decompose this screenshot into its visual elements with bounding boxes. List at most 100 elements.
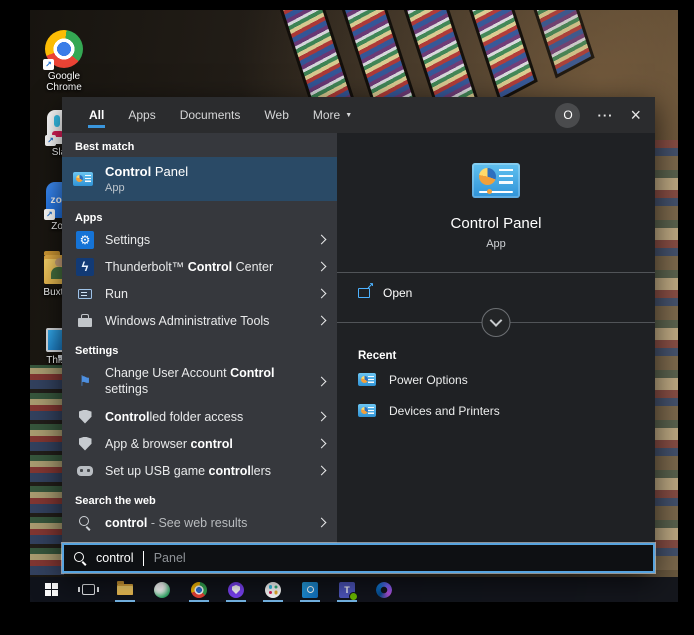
results-panel: Best match Control Panel App Apps ⚙ Sett… [62, 133, 337, 543]
chrome-icon: ↗ [43, 30, 83, 70]
recent-item-power-options[interactable]: Power Options [337, 366, 468, 393]
open-icon [358, 281, 374, 298]
result-text: control - See web results [105, 515, 248, 530]
result-usb-game-controllers[interactable]: Set up USB game controllers [62, 457, 337, 484]
desktop-icon-google-chrome[interactable]: ↗ Google Chrome [36, 30, 92, 93]
section-header-search-the-web: Search the web [75, 495, 156, 507]
result-text: Settings [105, 232, 151, 247]
chevron-right-icon [316, 465, 327, 476]
microsoft-365-icon [376, 581, 392, 598]
tab-web[interactable]: Web [263, 99, 289, 131]
search-tab-bar: All Apps Documents Web More ▼ O ··· × [62, 97, 655, 133]
section-header-settings: Settings [75, 345, 119, 357]
search-icon [74, 551, 87, 565]
taskbar-outlook[interactable] [297, 577, 323, 602]
chevron-right-icon [316, 438, 327, 449]
shortcut-arrow-icon: ↗ [43, 59, 54, 70]
taskbar-chrome[interactable] [186, 577, 212, 602]
result-controlled-folder-access[interactable]: Controlled folder access [62, 403, 337, 430]
taskbar-file-explorer[interactable] [112, 577, 138, 602]
result-run[interactable]: Run [62, 280, 337, 307]
taskbar-microsoft-365[interactable] [371, 577, 397, 602]
divider [337, 308, 655, 337]
task-view-button[interactable] [75, 577, 101, 602]
section-header-recent: Recent [358, 350, 397, 362]
chevron-right-icon [316, 315, 327, 326]
control-panel-icon [73, 172, 93, 186]
control-panel-icon [358, 373, 376, 386]
app-type: App [486, 238, 506, 250]
browser-globe-icon [154, 581, 170, 598]
result-control-panel[interactable]: Control Panel App [62, 157, 337, 201]
close-icon[interactable]: × [630, 106, 641, 124]
tab-apps[interactable]: Apps [127, 99, 156, 131]
result-text: Thunderbolt™ Control Center [105, 259, 274, 274]
result-thunderbolt-control-center[interactable]: ϟ Thunderbolt™ Control Center [62, 253, 337, 280]
result-text: Run [105, 286, 128, 301]
start-button[interactable] [38, 577, 64, 602]
tab-all[interactable]: All [88, 99, 106, 131]
windows-logo-icon [44, 583, 58, 596]
result-change-uac-settings[interactable]: ⚑ Change User Account Control settings [62, 359, 337, 403]
shortcut-arrow-icon: ↗ [44, 209, 55, 220]
thunderbolt-icon: ϟ [76, 257, 94, 276]
taskbar-teams[interactable]: T [334, 577, 360, 602]
settings-gear-icon: ⚙ [76, 230, 94, 249]
section-header-best-match: Best match [75, 141, 135, 153]
divider [337, 272, 655, 273]
taskbar-browser-globe[interactable] [149, 577, 175, 602]
result-title: Control Panel [105, 164, 189, 179]
taskbar: T [30, 577, 678, 602]
file-explorer-icon [117, 581, 133, 595]
flag-icon: ⚑ [78, 373, 92, 389]
wallpaper-detail [30, 365, 64, 575]
chrome-icon [191, 581, 207, 598]
search-value: control [96, 551, 134, 565]
section-header-apps: Apps [75, 212, 103, 224]
shield-icon [78, 409, 92, 424]
shortcut-arrow-icon: ↗ [45, 135, 56, 146]
chevron-right-icon [316, 234, 327, 245]
more-options-icon[interactable]: ··· [597, 108, 613, 123]
toolbox-icon [78, 314, 92, 327]
chevron-right-icon [316, 288, 327, 299]
recent-item-devices-and-printers[interactable]: Devices and Printers [337, 397, 500, 424]
chevron-right-icon [316, 376, 327, 386]
chevron-right-icon [316, 261, 327, 272]
taskbar-secure-browser[interactable] [223, 577, 249, 602]
chevron-down-icon [489, 314, 503, 327]
gamepad-icon [77, 465, 93, 476]
control-panel-icon [358, 404, 376, 417]
result-subtitle: App [105, 182, 125, 194]
tab-documents[interactable]: Documents [179, 99, 242, 131]
text-caret [142, 550, 144, 566]
expand-button[interactable] [481, 308, 511, 337]
teams-icon: T [339, 581, 358, 601]
chevron-right-icon [316, 517, 327, 528]
app-name: Control Panel [450, 215, 542, 232]
result-windows-administrative-tools[interactable]: Windows Administrative Tools [62, 307, 337, 334]
search-flyout: All Apps Documents Web More ▼ O ··· × Bes… [61, 97, 656, 574]
search-input[interactable]: control Panel [61, 542, 656, 574]
outlook-icon [302, 581, 318, 598]
preview-panel: Control Panel App Open Recent Power Opti… [337, 133, 655, 543]
result-text: Windows Administrative Tools [105, 313, 270, 328]
result-text: Set up USB game controllers [105, 463, 272, 478]
result-settings[interactable]: ⚙ Settings [62, 226, 337, 253]
control-panel-icon-large [472, 163, 520, 198]
result-text: Controlled folder access [105, 409, 244, 424]
slack-icon [265, 581, 281, 598]
task-view-icon [77, 584, 99, 595]
shield-icon [78, 436, 92, 451]
open-action[interactable]: Open [337, 276, 655, 310]
avatar[interactable]: O [555, 102, 581, 128]
result-web-search[interactable]: control - See web results [62, 509, 337, 536]
taskbar-slack[interactable] [260, 577, 286, 602]
shield-browser-icon [228, 581, 244, 598]
tab-more[interactable]: More ▼ [312, 99, 353, 131]
result-app-browser-control[interactable]: App & browser control [62, 430, 337, 457]
chevron-down-icon: ▼ [345, 111, 353, 119]
run-window-icon [78, 288, 92, 299]
result-text: App & browser control [105, 436, 233, 451]
search-icon [78, 516, 92, 529]
